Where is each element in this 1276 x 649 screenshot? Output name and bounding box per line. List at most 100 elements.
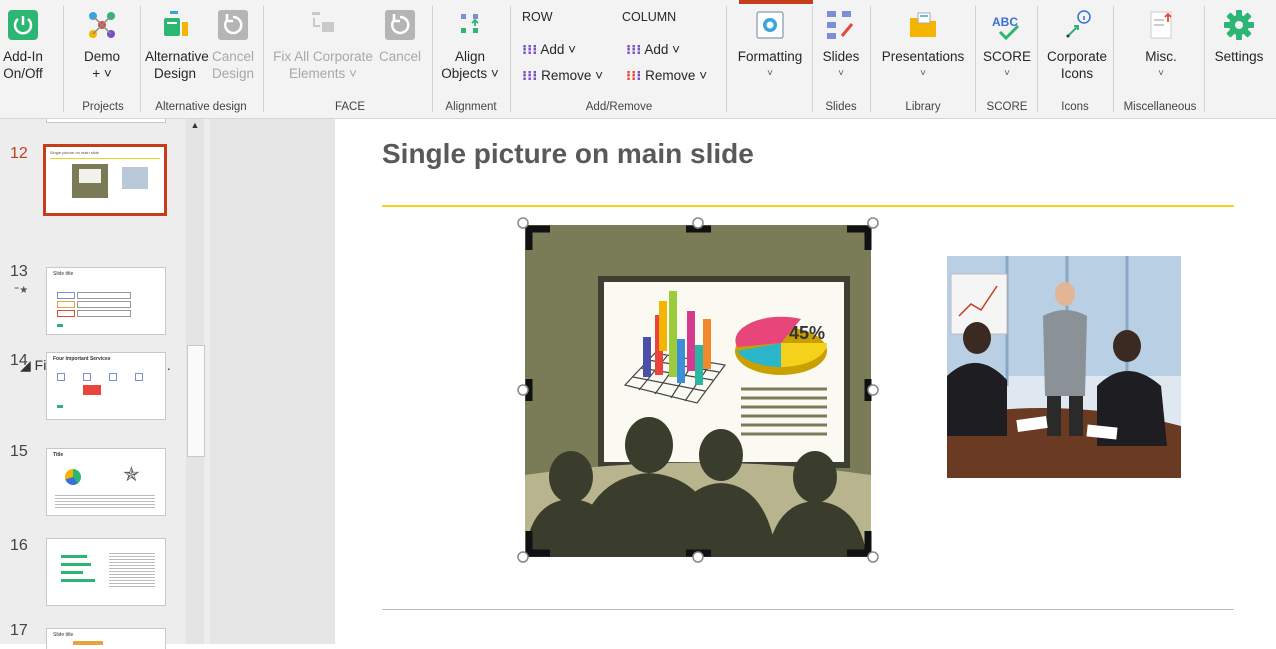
slide-thumbnail-15[interactable]: Title ✯ [46,448,166,516]
slide-thumbnail-pane[interactable]: 12 Single picture on main slide ◢ Fix Co… [0,119,210,649]
group-label-slides: Slides [825,101,857,113]
group-label-projects: Projects [82,101,124,113]
slide-number: 13 [10,263,28,280]
demo-button[interactable]: Demo + ˅ [80,8,124,82]
alternative-design-button[interactable]: Alternative Design [145,8,209,82]
separator [510,6,511,112]
separator [63,6,64,112]
corporate-icons-label-1: Corporate [1046,49,1108,64]
grid-add-icon: ⁝⁝⁝ [522,42,538,57]
separator [812,6,813,112]
thumbnail-rule [50,158,160,159]
addin-label-line1: Add-In [3,49,43,64]
slides-label: Slides [822,49,860,64]
presentation-clipart-picture[interactable]: 45% [515,215,883,565]
align-objects-button[interactable]: Align Objects ˅ [440,8,500,82]
fix-all-corporate-button[interactable]: Fix All Corporate Elements ˅ [273,8,373,82]
undo-icon [385,10,415,40]
score-button[interactable]: ABC SCORE ˅ [982,8,1032,82]
slide-thumbnail-12[interactable]: Single picture on main slide [43,144,167,216]
alt-design-label-1: Alternative [145,49,209,64]
fix-elements-icon [312,12,334,32]
thumbnail-title: Slide title [53,271,74,277]
presentations-label: Presentations [881,49,965,64]
slide-number: 17 [10,622,28,639]
alt-design-label-2: Design [153,66,197,81]
group-label-library: Library [905,101,941,113]
thumbnail-picture [72,164,108,198]
scrollbar-thumb[interactable] [187,345,205,457]
grid-remove-icon: ⁝⁝⁝ [522,68,538,83]
design-icon [164,11,188,36]
folder-icon [910,12,936,37]
addin-toggle-button[interactable]: Add-In On/Off [3,8,43,82]
gear-icon [1224,10,1254,40]
column-header: COLUMN [622,10,677,24]
thumbnail-photo [122,167,148,189]
corporate-icons-button[interactable]: Corporate Icons [1044,8,1110,82]
align-label-1: Align [454,49,486,64]
partial-thumbnail[interactable] [46,119,166,123]
cancel-face-label: Cancel [378,49,422,64]
group-label-miscellaneous: Miscellaneous [1123,101,1197,113]
separator [1037,6,1038,112]
slides-button[interactable]: Slides ˅ [818,8,864,82]
pie-chart-clipart: 45% [735,316,827,375]
row-add-label: Add ˅ [540,42,577,57]
formatting-icon [756,11,784,39]
slide-title[interactable]: Single picture on main slide [382,138,754,170]
row-add-button[interactable]: ⁝⁝⁝ Add ˅ [522,42,576,58]
row-remove-label: Remove ˅ [541,68,604,83]
cancel-design-label-1: Cancel [211,49,255,64]
group-label-score: SCORE [986,101,1028,113]
scroll-up-icon[interactable]: ▲ [186,120,204,134]
cancel-design-label-2: Design [211,66,255,81]
settings-label: Settings [1214,49,1264,64]
column-add-label: Add ˅ [644,42,681,57]
misc-label: Misc. [1145,49,1177,64]
slide-number: 16 [10,537,28,554]
align-icon [461,14,479,33]
thumbnail-title: Title [53,452,64,458]
formatting-button[interactable]: Formatting ˅ [733,8,807,82]
presentations-button[interactable]: Presentations ˅ [880,8,966,82]
icons-icon [1066,10,1091,38]
active-tab-indicator [739,0,813,4]
fix-all-label-1: Fix All Corporate [273,49,373,64]
chevron-down-icon: ˅ [1004,68,1010,79]
slide-thumbnail-14[interactable]: Four Important Services [46,352,166,420]
footer-rule [382,609,1234,610]
separator [1204,6,1205,112]
group-label-alternative-design: Alternative design [155,101,247,113]
slide-number: 15 [10,443,28,460]
cancel-face-button[interactable]: Cancel [378,8,422,65]
chevron-down-icon: ˅ [1158,68,1164,79]
group-label-face: FACE [334,101,366,113]
addin-label-line2: On/Off [3,66,43,81]
document-icon [1150,11,1172,39]
row-remove-button[interactable]: ⁝⁝⁝ Remove ˅ [522,68,603,84]
group-label-icons: Icons [1061,101,1089,113]
slide-thumbnail-16[interactable] [46,538,166,606]
corporate-icons-label-2: Icons [1060,66,1094,81]
demo-dropdown-label: + ˅ [92,66,112,81]
slide-number: 12 [10,145,28,162]
separator [432,6,433,112]
chevron-down-icon: ˅ [920,68,926,79]
misc-button[interactable]: Misc. ˅ [1122,8,1200,82]
column-remove-button[interactable]: ⁝⁝⁝ Remove ˅ [626,68,707,84]
grid-add-icon: ⁝⁝⁝ [626,42,642,57]
cancel-design-button[interactable]: Cancel Design [210,8,256,82]
separator [870,6,871,112]
meeting-photo[interactable] [947,256,1181,478]
slide-thumbnail-13[interactable]: Slide title [46,267,166,335]
group-label-alignment: Alignment [445,101,497,113]
thumbnail-title: Single picture on main slide [50,150,99,155]
svg-text:ABC: ABC [992,15,1018,29]
score-label: SCORE [982,49,1031,64]
thumbnail-title: Four Important Services [53,356,111,362]
column-add-button[interactable]: ⁝⁝⁝ Add ˅ [626,42,680,58]
settings-button[interactable]: Settings [1210,8,1268,65]
slide-thumbnail-17[interactable]: Slide title [46,628,166,649]
column-remove-label: Remove ˅ [645,68,708,83]
